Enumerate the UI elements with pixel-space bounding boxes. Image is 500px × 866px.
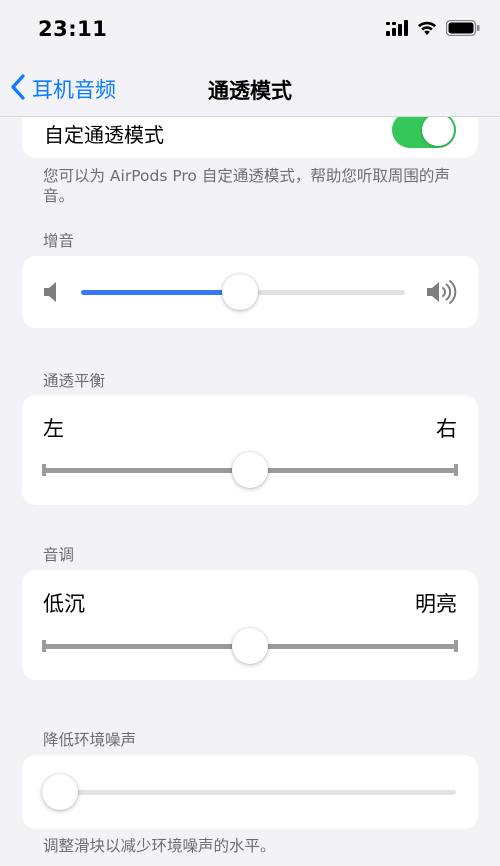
volume-low-icon (42, 281, 60, 307)
balance-section-label: 通透平衡 (43, 372, 106, 390)
page-title: 通透模式 (208, 79, 292, 103)
status-time: 23:11 (38, 17, 108, 41)
tone-high-label: 明亮 (415, 592, 457, 616)
balance-left-label: 左 (43, 417, 64, 441)
tone-card: 低沉 明亮 (22, 570, 478, 680)
amplification-card (22, 256, 478, 328)
custom-transparency-footnote: 您可以为 AirPods Pro 自定通透模式，帮助您听取周围的声音。 (43, 167, 450, 205)
tone-slider-thumb[interactable] (232, 628, 268, 664)
amplification-section-label: 增音 (43, 232, 75, 250)
noise-reduction-card (22, 755, 478, 829)
toggle-knob (422, 114, 454, 146)
noise-reduction-footnote: 调整滑块以减少环境噪声的水平。 (43, 837, 276, 855)
balance-right-label: 右 (436, 417, 457, 441)
balance-card: 左 右 (22, 395, 478, 505)
volume-high-icon (425, 279, 459, 309)
tone-section-label: 音调 (43, 546, 75, 564)
noise-reduction-slider-track[interactable] (60, 790, 456, 795)
noise-reduction-slider-thumb[interactable] (42, 774, 78, 810)
amplification-slider-fill (81, 290, 240, 295)
status-icons (386, 19, 480, 40)
amplification-slider-thumb[interactable] (221, 274, 258, 310)
status-bar: 23:11 (0, 0, 500, 62)
battery-icon (445, 19, 480, 40)
navigation-bar: 耳机音频 通透模式 (0, 62, 500, 117)
noise-reduction-section-label: 降低环境噪声 (43, 731, 137, 749)
wifi-icon (416, 20, 438, 40)
custom-transparency-toggle[interactable] (392, 112, 456, 148)
custom-transparency-label: 自定通透模式 (44, 123, 164, 147)
signal-icon (386, 20, 408, 40)
balance-slider-thumb[interactable] (232, 452, 268, 488)
tone-low-label: 低沉 (43, 592, 85, 616)
tone-track-right-end (454, 640, 458, 652)
balance-track-right-end (454, 464, 458, 476)
